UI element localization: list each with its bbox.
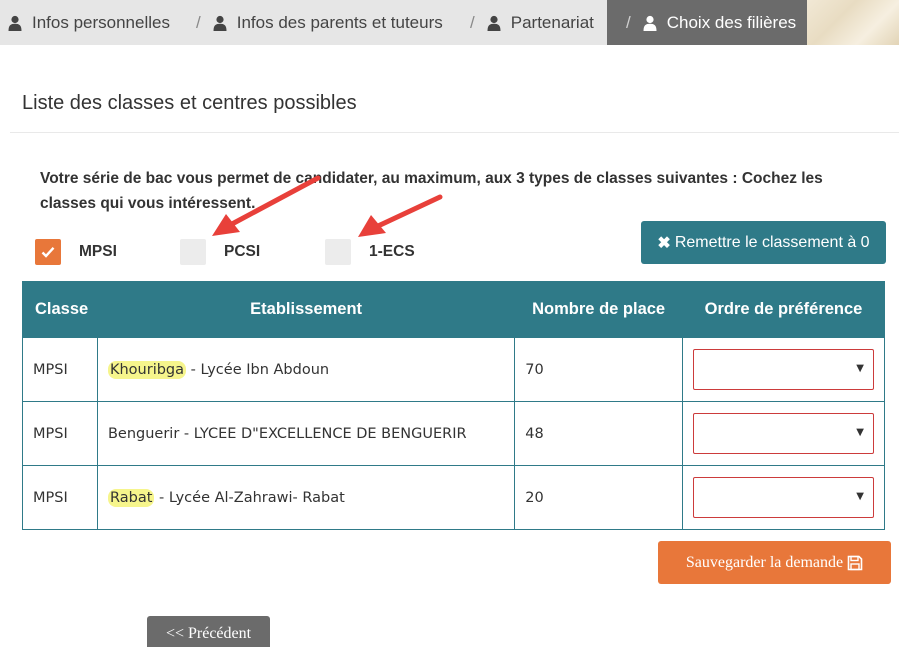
step-choix-filieres[interactable]: / Choix des filières	[607, 0, 807, 45]
cell-etablissement: Rabat - Lycée Al-Zahrawi- Rabat	[96, 465, 516, 530]
cell-classe: MPSI	[22, 401, 98, 466]
user-icon	[643, 15, 657, 31]
header-classe: Classe	[22, 281, 98, 338]
caret-down-icon: ▼	[856, 427, 864, 438]
city-name: Benguerir	[107, 425, 180, 442]
header-nombre-place: Nombre de place	[514, 281, 683, 338]
school-name: - Lycée Ibn Abdoun	[186, 361, 330, 378]
cell-classe: MPSI	[22, 337, 98, 402]
divider	[10, 132, 899, 133]
cell-places: 70	[514, 337, 683, 402]
previous-button[interactable]: << Précédent	[147, 616, 270, 647]
user-icon	[487, 15, 501, 31]
table-row: MPSI Benguerir - LYCEE D"EXCELLENCE DE B…	[22, 401, 885, 466]
cell-order: ▼	[682, 401, 885, 466]
highlighted-city: Khouribga	[107, 360, 187, 379]
user-icon	[8, 15, 22, 31]
intro-text: Votre série de bac vous permet de candid…	[40, 170, 823, 212]
table-row: MPSI Rabat - Lycée Al-Zahrawi- Rabat 20 …	[22, 465, 885, 530]
wizard-steps-bar: Infos personnelles / Infos des parents e…	[0, 0, 899, 45]
cell-order: ▼	[682, 337, 885, 402]
table-row: MPSI Khouribga - Lycée Ibn Abdoun 70 ▼	[22, 337, 885, 402]
checkbox-1-ecs[interactable]	[325, 239, 351, 265]
checkbox-pcsi[interactable]	[180, 239, 206, 265]
cell-order: ▼	[682, 465, 885, 530]
class-option-pcsi[interactable]: PCSI	[180, 239, 260, 265]
step-label: Partenariat	[510, 12, 594, 32]
reset-ranking-button[interactable]: ✖ Remettre le classement à 0	[641, 221, 886, 264]
cell-places: 20	[514, 465, 683, 530]
preference-select[interactable]: ▼	[693, 477, 874, 518]
checkbox-label: 1-ECS	[369, 243, 415, 260]
cell-etablissement: Benguerir - LYCEE D"EXCELLENCE DE BENGUE…	[96, 401, 516, 466]
checkbox-label: MPSI	[79, 243, 117, 260]
preference-select[interactable]: ▼	[693, 413, 874, 454]
cell-etablissement: Khouribga - Lycée Ibn Abdoun	[96, 337, 516, 402]
step-infos-personnelles[interactable]: Infos personnelles	[0, 0, 190, 45]
save-button-label: Sauvegarder la demande	[685, 553, 844, 571]
section-title: Liste des classes et centres possibles	[22, 92, 357, 114]
times-icon: ✖	[657, 234, 671, 252]
highlighted-city: Rabat	[107, 488, 155, 507]
user-icon	[213, 15, 227, 31]
header-etablissement: Etablissement	[96, 281, 516, 338]
class-option-mpsi[interactable]: MPSI	[35, 239, 117, 265]
table-header-row: Classe Etablissement Nombre de place Ord…	[22, 281, 885, 338]
step-separator: /	[470, 12, 475, 32]
school-name: - Lycée Al-Zahrawi- Rabat	[154, 489, 345, 506]
step-infos-parents[interactable]: / Infos des parents et tuteurs	[190, 0, 465, 45]
school-name: - LYCEE D"EXCELLENCE DE BENGUERIR	[179, 425, 467, 442]
step-separator: /	[196, 12, 201, 32]
step-separator: /	[626, 12, 631, 32]
caret-down-icon: ▼	[856, 491, 864, 502]
step-label: Infos personnelles	[32, 12, 170, 32]
header-ordre-preference: Ordre de préférence	[682, 281, 885, 338]
floppy-disk-icon	[847, 555, 863, 570]
checkbox-label: PCSI	[224, 243, 261, 260]
cell-classe: MPSI	[22, 465, 98, 530]
class-option-1-ecs[interactable]: 1-ECS	[325, 239, 415, 265]
caret-down-icon: ▼	[856, 363, 864, 374]
step-label: Choix des filières	[666, 12, 797, 32]
step-partenariat[interactable]: / Partenariat	[465, 0, 607, 45]
check-icon	[41, 246, 55, 258]
checkbox-mpsi[interactable]	[35, 239, 61, 265]
save-request-button[interactable]: Sauvegarder la demande	[658, 541, 891, 584]
preference-select[interactable]: ▼	[693, 349, 874, 390]
reset-button-label: Remettre le classement à 0	[674, 233, 870, 251]
decorative-background	[800, 0, 899, 45]
choices-table: Classe Etablissement Nombre de place Ord…	[22, 281, 885, 530]
step-label: Infos des parents et tuteurs	[236, 12, 443, 32]
cell-places: 48	[514, 401, 683, 466]
